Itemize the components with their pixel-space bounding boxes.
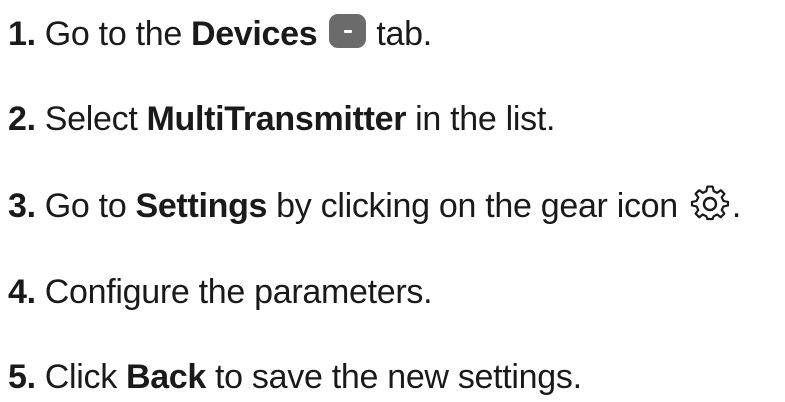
gear-icon xyxy=(690,184,730,224)
step-4: 4. Configure the parameters. xyxy=(8,267,433,317)
step-number: 4. xyxy=(8,273,36,311)
step-text: Click xyxy=(44,358,117,396)
step-number: 5. xyxy=(8,358,36,396)
step-1: 1. Go to the Devices tab. xyxy=(8,9,432,59)
step-text-after: by clicking on the gear icon xyxy=(276,187,678,225)
step-5: 5. Click Back to save the new settings. xyxy=(8,352,582,402)
step-trailing: . xyxy=(731,187,742,225)
devices-tab-icon xyxy=(329,14,367,48)
step-3: 3. Go to Settings by clicking on the gea… xyxy=(8,181,741,231)
step-text-after: tab. xyxy=(376,15,432,53)
step-emphasis: Settings xyxy=(135,187,268,225)
step-number: 1. xyxy=(8,15,36,53)
step-text: Select xyxy=(44,100,138,138)
step-emphasis: Devices xyxy=(190,15,318,53)
step-text: Configure the parameters. xyxy=(44,273,433,311)
step-text: Go to the xyxy=(44,15,182,53)
step-number: 2. xyxy=(8,100,36,138)
step-text: Go to xyxy=(44,187,127,225)
step-emphasis: Back xyxy=(125,358,207,396)
step-text-after: in the list. xyxy=(415,100,556,138)
step-number: 3. xyxy=(8,187,36,225)
step-emphasis: MultiTransmitter xyxy=(146,100,407,138)
step-2: 2. Select MultiTransmitter in the list. xyxy=(8,94,555,144)
step-text-after: to save the new settings. xyxy=(215,358,582,396)
